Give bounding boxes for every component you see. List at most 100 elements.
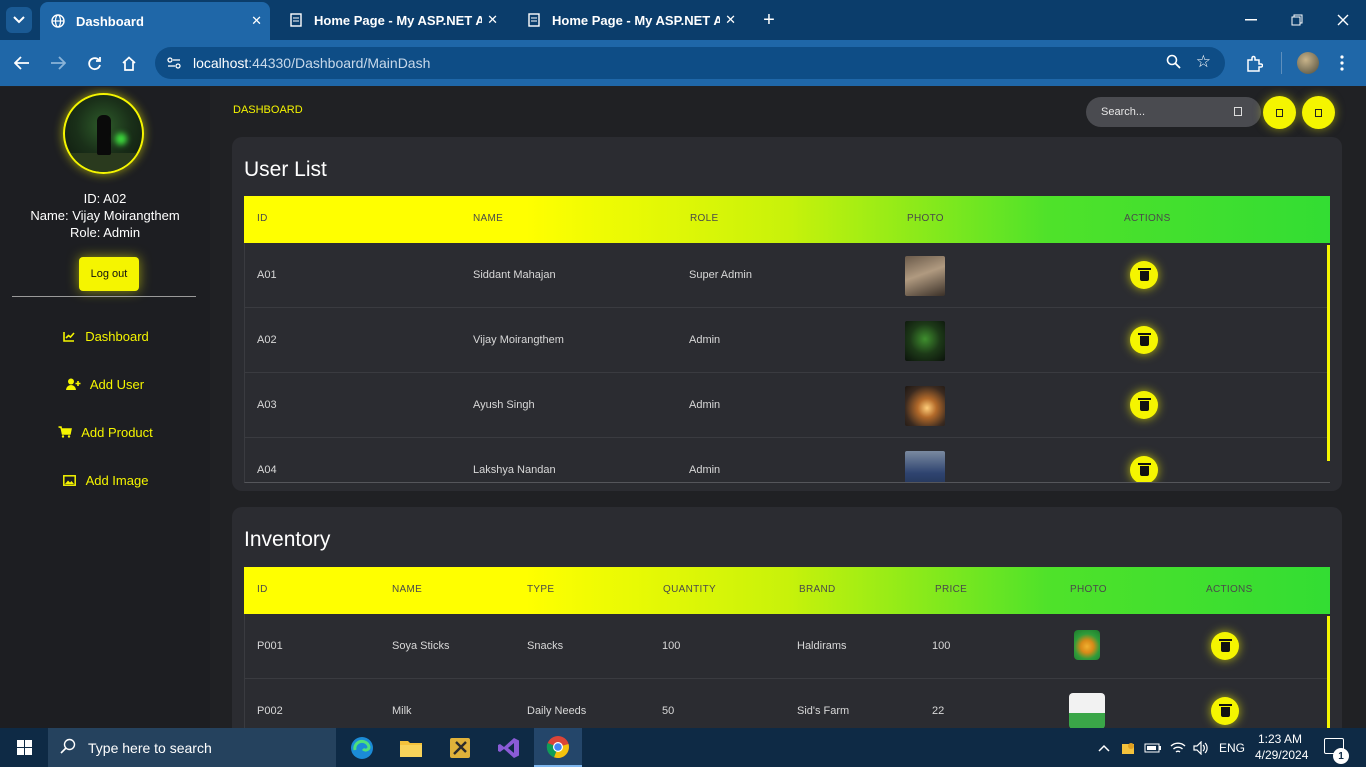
cell-name: Milk (392, 705, 412, 717)
breadcrumb[interactable]: DASHBOARD (233, 104, 303, 116)
sidebar-item-add-product[interactable]: Add Product (0, 421, 210, 443)
inventory-title: Inventory (244, 528, 331, 551)
wifi-icon (1170, 741, 1186, 753)
tab-search-button[interactable] (6, 7, 32, 33)
battery-icon (1144, 743, 1161, 752)
tab-home-page-1[interactable]: Home Page - My ASP.NET App ✕ (278, 4, 506, 36)
taskbar-visual-studio[interactable] (485, 728, 533, 767)
new-tab-button[interactable]: + (758, 8, 780, 32)
delete-button[interactable] (1211, 697, 1239, 725)
site-info-icon[interactable] (165, 54, 183, 72)
home-button[interactable] (116, 50, 142, 76)
bookmark-star-icon[interactable]: ☆ (1196, 52, 1211, 72)
action-icon (1276, 108, 1283, 117)
tray-app-icon[interactable] (1121, 728, 1135, 767)
toolbar-divider (1281, 52, 1282, 74)
more-vertical-icon (1340, 55, 1344, 71)
column-header: ID (257, 213, 268, 224)
delete-button[interactable] (1130, 326, 1158, 354)
browser-menu-button[interactable] (1329, 50, 1355, 76)
search-icon (60, 738, 76, 759)
windows-icon (16, 740, 32, 755)
restore-icon (1291, 14, 1303, 26)
reload-icon (87, 56, 101, 70)
network-button[interactable] (1170, 728, 1186, 767)
language-indicator[interactable]: ENG (1219, 728, 1245, 767)
notification-badge: 1 (1333, 748, 1349, 764)
cell-id: P002 (257, 705, 283, 717)
clock-date: 4/29/2024 (1255, 748, 1309, 762)
column-header: PHOTO (907, 213, 944, 224)
tab-home-page-2[interactable]: Home Page - My ASP.NET App ✕ (516, 4, 744, 36)
close-icon[interactable]: ✕ (725, 12, 736, 28)
logout-button[interactable]: Log out (79, 257, 139, 291)
product-photo (1069, 693, 1105, 728)
user-list-body[interactable]: A01 Siddant Mahajan Super Admin A02 Vija… (244, 243, 1330, 483)
forward-button[interactable] (45, 50, 71, 76)
cell-id: A02 (257, 334, 277, 346)
minimize-button[interactable] (1228, 8, 1274, 32)
back-button[interactable] (9, 50, 35, 76)
minimize-icon (1245, 19, 1257, 21)
start-button[interactable] (0, 728, 48, 767)
restore-button[interactable] (1274, 8, 1320, 32)
chart-icon (61, 331, 77, 342)
scrollbar-accent[interactable] (1327, 616, 1330, 728)
edge-icon (351, 736, 373, 759)
taskbar-file-explorer[interactable] (387, 728, 435, 767)
inventory-header: ID NAME TYPE QUANTITY BRAND PRICE PHOTO … (244, 567, 1330, 614)
cell-id: A01 (257, 269, 277, 281)
close-window-button[interactable] (1320, 8, 1366, 32)
system-clock[interactable]: 1:23 AM 4/29/2024 (1255, 731, 1309, 763)
browser-toolbar: localhost:44330/Dashboard/MainDash ☆ (0, 40, 1366, 86)
close-icon[interactable]: ✕ (251, 13, 262, 29)
zoom-icon[interactable] (1166, 54, 1181, 73)
taskbar-edge[interactable] (338, 728, 386, 767)
scrollbar-accent[interactable] (1327, 245, 1330, 461)
cell-type: Daily Needs (527, 705, 587, 717)
battery-button[interactable] (1144, 728, 1162, 767)
close-icon[interactable]: ✕ (487, 12, 498, 28)
taskbar-search[interactable]: Type here to search (48, 728, 336, 767)
column-header: BRAND (799, 584, 836, 595)
table-row: P001 Soya Sticks Snacks 100 Haldirams 10… (245, 614, 1327, 679)
sidebar-item-add-image[interactable]: Add Image (0, 469, 210, 491)
sidebar-item-add-user[interactable]: Add User (0, 373, 210, 395)
puzzle-icon (1246, 55, 1263, 72)
user-info: ID: A02 Name: Vijay Moirangthem Role: Ad… (0, 190, 210, 241)
document-icon (288, 12, 304, 28)
delete-button[interactable] (1130, 391, 1158, 419)
user-role: Role: Admin (69, 225, 141, 240)
volume-button[interactable] (1193, 728, 1209, 767)
header-action-button-2[interactable] (1302, 96, 1335, 129)
delete-button[interactable] (1211, 632, 1239, 660)
tab-dashboard[interactable]: Dashboard ✕ (40, 2, 270, 40)
cell-brand: Haldirams (797, 640, 847, 652)
user-photo (905, 321, 945, 361)
taskbar-chrome[interactable] (534, 728, 582, 767)
arrow-right-icon (51, 56, 66, 70)
search-icon[interactable] (1234, 107, 1242, 116)
taskbar-app-tools[interactable] (436, 728, 484, 767)
trash-icon (1218, 639, 1232, 652)
cell-brand: Sid's Farm (797, 705, 850, 717)
show-hidden-icons[interactable] (1098, 728, 1110, 767)
header-action-button-1[interactable] (1263, 96, 1296, 129)
taskbar: Type here to search ENG 1:23 AM 4/29/202… (0, 728, 1366, 767)
trash-icon (1137, 268, 1151, 281)
tab-title: Home Page - My ASP.NET App (314, 12, 482, 28)
address-bar[interactable]: localhost:44330/Dashboard/MainDash ☆ (155, 47, 1225, 79)
chevron-down-icon (13, 16, 25, 24)
cell-role: Admin (689, 399, 721, 411)
reload-button[interactable] (81, 50, 107, 76)
sidebar-item-label: Dashboard (85, 328, 149, 344)
search-input[interactable]: Search... (1086, 97, 1261, 127)
inventory-body[interactable]: P001 Soya Sticks Snacks 100 Haldirams 10… (244, 614, 1330, 728)
delete-button[interactable] (1130, 261, 1158, 289)
column-header: ID (257, 584, 268, 595)
sidebar-item-dashboard[interactable]: Dashboard (0, 325, 210, 347)
delete-button[interactable] (1130, 456, 1158, 482)
sidebar-item-label: Add User (89, 376, 145, 392)
profile-avatar[interactable] (1297, 52, 1319, 74)
extensions-button[interactable] (1241, 50, 1267, 76)
